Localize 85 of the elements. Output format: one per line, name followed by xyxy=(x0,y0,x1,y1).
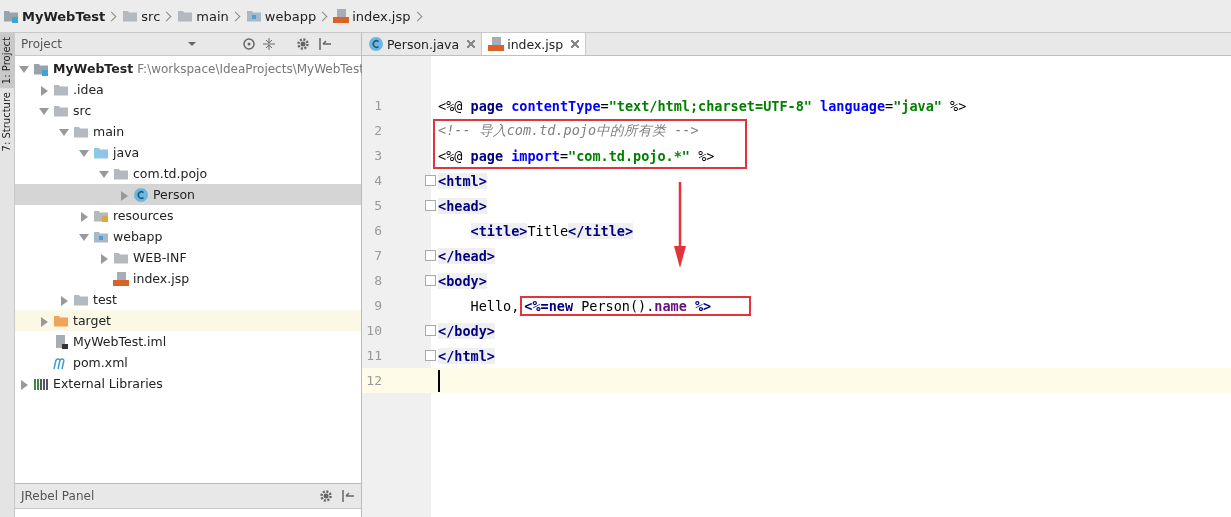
collapsed-arrow-icon[interactable] xyxy=(59,294,69,305)
fold-marker-icon[interactable] xyxy=(424,325,436,336)
line-number: 8 xyxy=(373,273,382,288)
target-icon[interactable] xyxy=(242,37,257,51)
jsp-file-icon xyxy=(113,270,129,287)
folder-icon xyxy=(245,8,262,24)
dropdown-caret-icon[interactable] xyxy=(188,42,197,46)
tree-item[interactable]: MyWebTest F:\workspace\IdeaProjects\MyWebTest xyxy=(15,58,361,79)
tree-item[interactable]: src xyxy=(15,100,361,121)
fold-marker-icon[interactable] xyxy=(424,350,436,361)
line-number: 1 xyxy=(373,98,382,113)
breadcrumb-item[interactable]: index.jsp xyxy=(330,8,414,24)
tree-item[interactable]: WEB-INF xyxy=(15,247,361,268)
jsp-file-icon xyxy=(488,36,505,52)
line-number: 3 xyxy=(373,148,382,163)
line-number: 12 xyxy=(365,373,382,388)
folder-icon xyxy=(177,8,194,24)
highlighted-code: <%=new Person().name %> xyxy=(520,295,752,316)
expanded-arrow-icon[interactable] xyxy=(79,147,89,158)
tree-item[interactable]: External Libraries xyxy=(15,373,361,394)
class-icon xyxy=(133,186,149,203)
panel-title[interactable]: Project xyxy=(21,37,63,51)
folder-icon xyxy=(122,8,139,24)
collapse-icon[interactable] xyxy=(262,37,277,51)
class-icon xyxy=(368,36,384,52)
tree-item[interactable]: test xyxy=(15,289,361,310)
line-number: 2 xyxy=(373,123,382,138)
expanded-arrow-icon[interactable] xyxy=(99,168,109,179)
fold-marker-icon[interactable] xyxy=(424,250,436,261)
expanded-arrow-icon[interactable] xyxy=(19,63,29,74)
code-line: <%@ page contentType="text/html;charset=UTF-8" language="java" %> xyxy=(438,97,967,114)
tree-item[interactable]: .idea xyxy=(15,79,361,100)
expanded-arrow-icon[interactable] xyxy=(79,231,89,242)
editor-tab[interactable]: Person.java xyxy=(362,33,483,55)
tree-item[interactable]: com.td.pojo xyxy=(15,163,361,184)
project-path: F:\workspace\IdeaProjects\MyWebTest xyxy=(137,61,364,76)
fold-marker-icon[interactable] xyxy=(424,175,436,186)
hide-panel-icon[interactable] xyxy=(318,37,333,51)
line-number: 9 xyxy=(373,298,382,313)
jsp-file-icon xyxy=(333,8,350,24)
close-icon[interactable] xyxy=(571,40,580,48)
fold-marker-icon[interactable] xyxy=(424,200,436,211)
collapsed-arrow-icon[interactable] xyxy=(119,189,129,200)
tree-item[interactable]: pom.xml xyxy=(15,352,361,373)
tool-window-button[interactable]: 1: Project xyxy=(0,33,14,89)
file-icon xyxy=(53,333,69,350)
breadcrumb-item[interactable]: main xyxy=(174,8,232,24)
gear-icon[interactable] xyxy=(319,489,335,503)
collapsed-arrow-icon[interactable] xyxy=(39,315,49,326)
down-arrow-icon xyxy=(673,182,687,268)
collapsed-arrow-icon[interactable] xyxy=(99,252,109,263)
line-number: 10 xyxy=(365,323,382,338)
code-line: <title>Title</title> xyxy=(470,222,634,239)
expanded-arrow-icon[interactable] xyxy=(59,126,69,137)
expanded-arrow-icon[interactable] xyxy=(39,105,49,116)
close-icon[interactable] xyxy=(467,40,476,48)
tool-window-button[interactable]: 7: Structure xyxy=(0,88,14,156)
line-number: 5 xyxy=(373,198,382,213)
collapsed-arrow-icon[interactable] xyxy=(19,378,29,389)
collapsed-arrow-icon[interactable] xyxy=(39,84,49,95)
tree-item[interactable]: target xyxy=(15,310,361,331)
line-number: 6 xyxy=(373,223,382,238)
line-number: 11 xyxy=(365,348,382,363)
panel-title: JRebel Panel xyxy=(21,489,95,503)
tree-item[interactable]: main xyxy=(15,121,361,142)
code-line: Hello, xyxy=(470,297,520,314)
tree-item[interactable]: Person xyxy=(15,184,361,205)
hide-panel-icon[interactable] xyxy=(341,489,355,503)
code-line: <!-- 导入com.td.pojo中的所有类 --> xyxy=(438,121,699,140)
module-folder-icon xyxy=(3,8,19,24)
line-number: 7 xyxy=(373,248,382,263)
breadcrumb-item[interactable]: MyWebTest xyxy=(0,8,109,24)
editor-tab[interactable]: index.jsp xyxy=(482,33,587,55)
line-number: 4 xyxy=(373,173,382,188)
breadcrumb-item[interactable]: src xyxy=(119,8,164,24)
tree-item[interactable]: MyWebTest.iml xyxy=(15,331,361,352)
tree-item[interactable]: resources xyxy=(15,205,361,226)
text-cursor xyxy=(438,369,440,392)
tree-item[interactable]: index.jsp xyxy=(15,268,361,289)
code-line: <%@ page import="com.td.pojo.*" %> xyxy=(438,147,715,164)
tree-item[interactable]: webapp xyxy=(15,226,361,247)
tree-item[interactable]: java xyxy=(15,142,361,163)
fold-marker-icon[interactable] xyxy=(424,275,436,286)
collapsed-arrow-icon[interactable] xyxy=(79,210,89,221)
breadcrumb-item[interactable]: webapp xyxy=(242,8,320,24)
